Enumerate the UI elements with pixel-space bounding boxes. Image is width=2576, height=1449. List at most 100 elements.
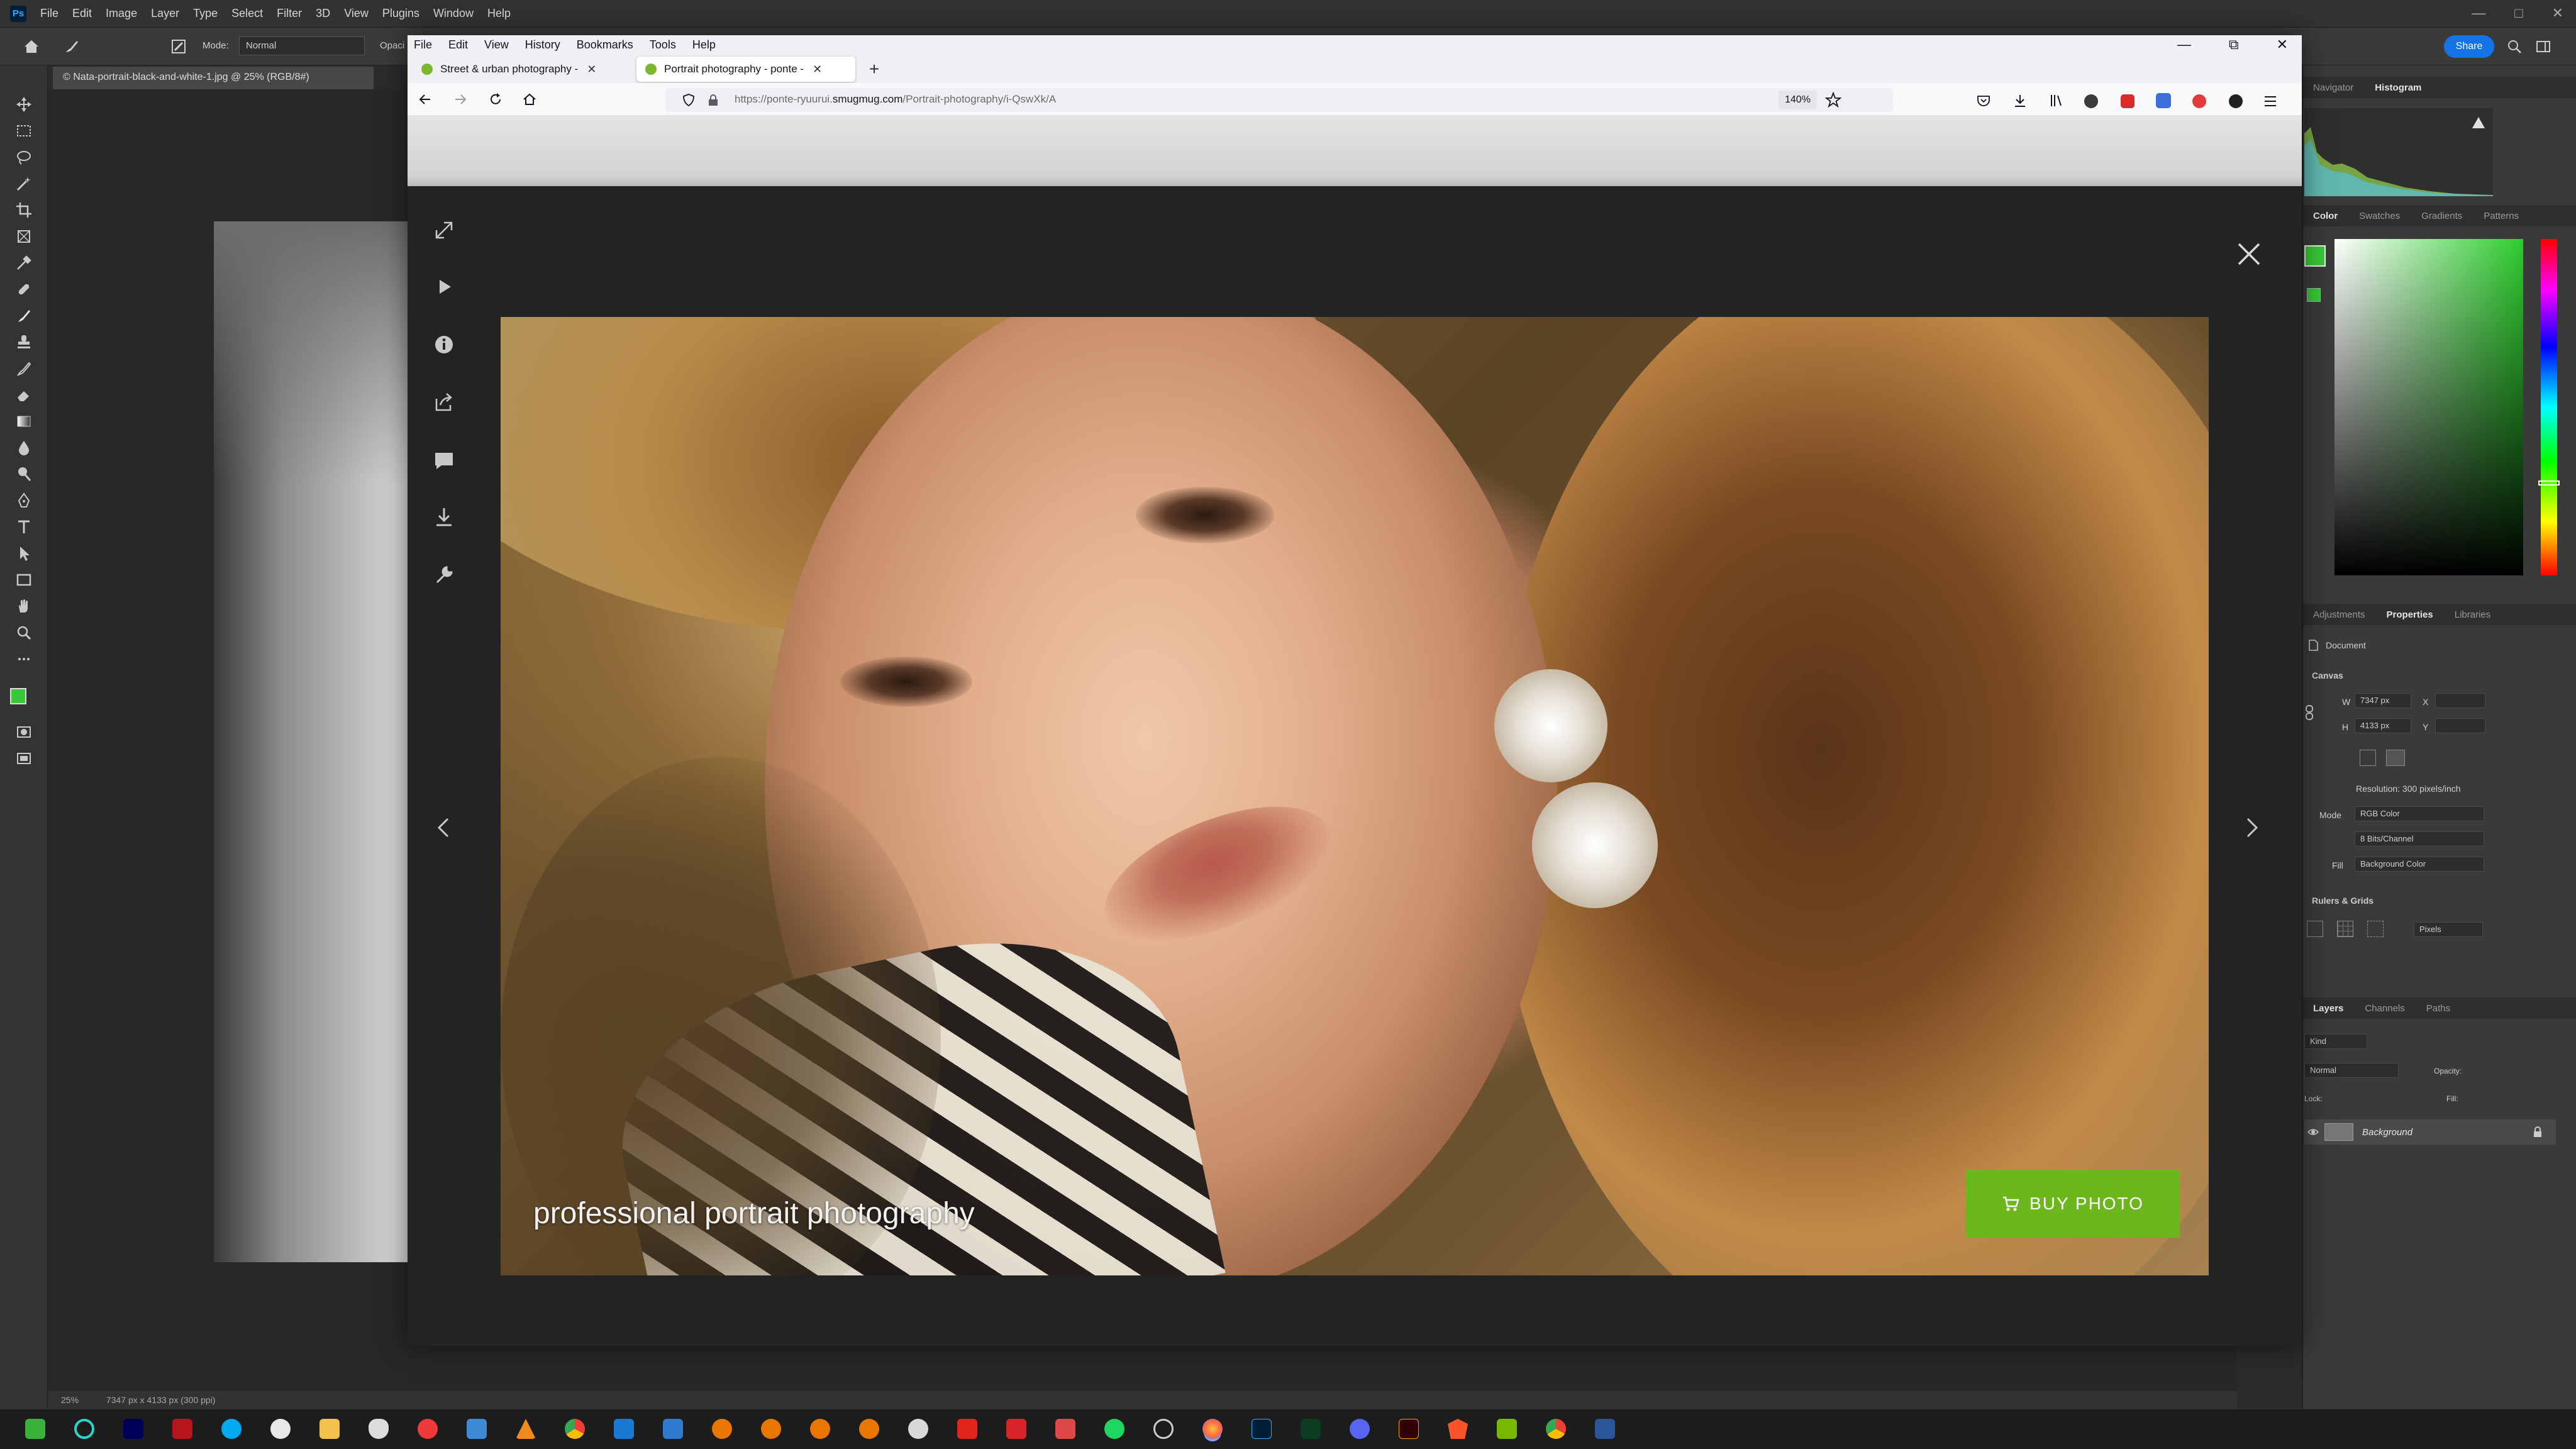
ff-close-icon[interactable]: ✕ [2277, 35, 2288, 54]
quick-mask-icon[interactable] [15, 723, 33, 741]
type-tool-icon[interactable] [15, 518, 33, 536]
tab-paths[interactable]: Paths [2426, 1003, 2450, 1014]
app-icon[interactable] [663, 1419, 683, 1439]
bit-depth-select[interactable]: 8 Bits/Channel [2355, 831, 2484, 847]
status-zoom[interactable]: 25% [61, 1395, 79, 1405]
gradient-tool-icon[interactable] [15, 413, 33, 430]
reload-icon[interactable] [488, 92, 503, 107]
height-field[interactable]: 4133 px [2355, 718, 2411, 733]
ublock-icon[interactable] [2121, 94, 2135, 108]
tab-color[interactable]: Color [2313, 211, 2338, 221]
obs-icon[interactable] [270, 1419, 291, 1439]
hue-slider-handle[interactable] [2538, 480, 2560, 486]
tab-histogram[interactable]: Histogram [2375, 82, 2421, 93]
blender-icon[interactable] [859, 1419, 879, 1439]
more-tools-icon[interactable] [15, 650, 33, 668]
zoom-tool-icon[interactable] [15, 624, 33, 641]
screen-mode-icon[interactable] [15, 750, 33, 767]
download-icon[interactable] [431, 504, 457, 530]
ff-restore-icon[interactable]: ⧉ [2229, 35, 2239, 54]
app-icon[interactable] [369, 1419, 389, 1439]
ps-menu-file[interactable]: File [40, 7, 58, 20]
lasso-tool-icon[interactable] [15, 148, 33, 166]
nvidia-icon[interactable] [1497, 1419, 1517, 1439]
buy-photo-button[interactable]: BUY PHOTO [1966, 1170, 2180, 1238]
workspace-icon[interactable] [2534, 38, 2552, 55]
tracking-shield-icon[interactable] [682, 93, 696, 107]
ps-menu-edit[interactable]: Edit [72, 7, 92, 20]
magic-wand-icon[interactable] [15, 175, 33, 192]
eyedropper-icon[interactable] [15, 254, 33, 272]
tab-portrait[interactable]: Portrait photography - ponte - ✕ [636, 57, 855, 82]
blender-icon[interactable] [712, 1419, 732, 1439]
search-icon[interactable] [2506, 38, 2523, 55]
brush-icon[interactable] [15, 307, 33, 325]
tab-properties[interactable]: Properties [2387, 609, 2433, 620]
ps-menu-image[interactable]: Image [106, 7, 137, 20]
link-dimensions-icon[interactable] [2304, 704, 2314, 721]
mail-icon[interactable] [614, 1419, 634, 1439]
share-button[interactable]: Share [2444, 35, 2494, 58]
library-icon[interactable] [2049, 93, 2064, 108]
ff-menu-view[interactable]: View [484, 38, 509, 52]
ps-menu-view[interactable]: View [344, 7, 369, 20]
tab-adjustments[interactable]: Adjustments [2313, 609, 2365, 620]
move-tool-icon[interactable] [15, 96, 33, 113]
minimize-icon[interactable]: — [2472, 5, 2485, 21]
x-field[interactable] [2435, 693, 2485, 708]
spotify-icon[interactable] [1104, 1419, 1124, 1439]
photoshop-icon[interactable] [1252, 1419, 1272, 1439]
tab-close-icon[interactable]: ✕ [813, 63, 822, 76]
info-icon[interactable] [431, 332, 457, 357]
discord-icon[interactable] [1350, 1419, 1370, 1439]
comment-icon[interactable] [431, 448, 457, 473]
back-icon[interactable] [418, 92, 433, 107]
eraser-icon[interactable] [15, 386, 33, 404]
close-lightbox-icon[interactable] [2234, 239, 2264, 269]
crop-tool-icon[interactable] [15, 201, 33, 219]
zoom-indicator[interactable]: 140% [1779, 91, 1817, 109]
dodge-tool-icon[interactable] [15, 465, 33, 483]
chrome-icon[interactable] [1546, 1419, 1566, 1439]
next-arrow-icon[interactable] [2239, 815, 2264, 840]
ff-menu-history[interactable]: History [525, 38, 560, 52]
app-icon[interactable] [467, 1419, 487, 1439]
app-red-icon[interactable] [1055, 1419, 1075, 1439]
share-icon[interactable] [431, 390, 457, 415]
lock-icon[interactable] [707, 93, 719, 107]
panel-foreground-swatch[interactable] [2304, 245, 2326, 267]
firefox-icon[interactable] [1202, 1419, 1223, 1439]
blender-icon[interactable] [810, 1419, 830, 1439]
account-icon[interactable] [2229, 94, 2243, 108]
layer-kind-filter[interactable]: Kind [2304, 1034, 2367, 1049]
layer-name[interactable]: Background [2362, 1127, 2412, 1138]
tab-street-urban[interactable]: Street & urban photography - ✕ [413, 57, 620, 82]
tab-swatches[interactable]: Swatches [2359, 211, 2400, 221]
illustrator-icon[interactable] [1399, 1419, 1419, 1439]
word-icon[interactable] [1595, 1419, 1615, 1439]
browser-icon[interactable] [74, 1419, 94, 1439]
layer-blend-mode[interactable]: Normal [2304, 1063, 2399, 1078]
marquee-tool-icon[interactable] [15, 122, 33, 140]
ff-menu-edit[interactable]: Edit [448, 38, 468, 52]
units-select[interactable]: Pixels [2414, 922, 2483, 937]
visibility-eye-icon[interactable] [2307, 1126, 2319, 1138]
settings-icon[interactable] [1153, 1419, 1174, 1439]
foreground-color-swatch[interactable] [10, 688, 26, 704]
grid-icon[interactable] [2337, 921, 2353, 937]
premiere-icon[interactable] [123, 1419, 143, 1439]
tab-close-icon[interactable]: ✕ [587, 63, 596, 76]
blur-tool-icon[interactable] [15, 439, 33, 457]
ff-menu-bookmarks[interactable]: Bookmarks [577, 38, 633, 52]
portrait-photo[interactable]: professional portrait photography BUY PH… [501, 317, 2209, 1275]
home-icon[interactable] [23, 38, 40, 55]
portrait-orientation-icon[interactable] [2360, 750, 2376, 766]
tab-libraries[interactable]: Libraries [2455, 609, 2491, 620]
expand-icon[interactable] [431, 218, 457, 243]
rectangle-tool-icon[interactable] [15, 571, 33, 589]
app-red-icon[interactable] [1006, 1419, 1026, 1439]
document-tab[interactable]: © Nata-portrait-black-and-white-1.jpg @ … [53, 67, 374, 89]
acrobat-icon[interactable] [957, 1419, 977, 1439]
downloads-icon[interactable] [2012, 93, 2028, 108]
new-tab-icon[interactable]: + [862, 57, 887, 82]
